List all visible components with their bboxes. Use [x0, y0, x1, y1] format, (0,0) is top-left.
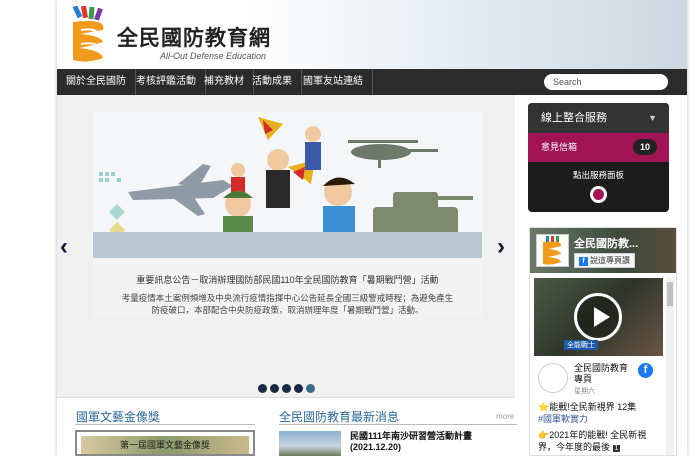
fb-scrollbar[interactable] — [666, 278, 674, 455]
art-award-banner-text: 第一屆國軍文藝金像獎 — [81, 436, 249, 454]
facebook-icon[interactable]: f — [638, 363, 653, 378]
divider — [279, 424, 517, 425]
mailbox-label: 意見信箱 — [541, 142, 578, 152]
carousel-dot-active[interactable] — [306, 384, 315, 393]
facebook-icon: f — [579, 257, 588, 266]
nav-item-about[interactable]: 關於全民國防 — [57, 69, 136, 95]
chevron-down-icon[interactable]: ▼ — [648, 103, 657, 133]
news-section-title: 全民國防教育最新消息 — [279, 410, 400, 424]
online-service-panel: 線上整合服務 ▼ 意見信箱 10 點出服務面板 — [528, 103, 669, 212]
art-award-banner[interactable]: 第一屆國軍文藝金像獎 — [75, 430, 255, 456]
news-thumbnail[interactable] — [279, 431, 341, 456]
divider — [75, 424, 255, 425]
fb-like-label: 說這專頁讚 — [590, 256, 630, 265]
slide-caption: 重要訊息公告－取消辦理國防部民國110年全民國防教育「暑期戰鬥營」活動 考量疫情… — [93, 258, 482, 318]
carousel-dot[interactable] — [258, 384, 267, 393]
fb-post-hashtag[interactable]: #國軍軟實力 — [538, 413, 663, 425]
page: 全民國防教育網 All-Out Defense Education 關於全民國防… — [57, 0, 687, 456]
facebook-widget: 全民國防教... f 說這專頁讚 全能戰士 全民國防教育專頁 星期六 f ⭐能戰!… — [529, 227, 677, 456]
mailbox-button[interactable]: 意見信箱 10 — [528, 133, 669, 162]
chevron-right-icon[interactable]: › — [497, 233, 505, 261]
fb-post-badge: 1 — [612, 445, 621, 452]
play-icon[interactable] — [574, 293, 622, 341]
more-link[interactable]: more — [496, 412, 514, 421]
site-logo-icon[interactable] — [69, 6, 109, 64]
nav-item-links[interactable]: 國軍友站連結 — [294, 69, 373, 95]
site-logo-icon — [542, 235, 561, 265]
fb-post-line-1: ⭐能戰!全民新視界 12集 — [538, 402, 637, 412]
fb-post-avatar[interactable] — [538, 363, 568, 393]
slide-caption-body: 考量疫情本土案例頻增及中央流行疫情指揮中心公告延長全國三級警戒時程；為避免產生防… — [121, 293, 454, 315]
news-item-title[interactable]: 民國111年南沙研習營活動計畫 — [350, 431, 472, 442]
carousel-dots — [258, 380, 318, 398]
fb-like-button[interactable]: f 說這專頁讚 — [574, 253, 635, 268]
carousel: 重要訊息公告－取消辦理國防部民國110年全民國防教育「暑期戰鬥營」活動 考量疫情… — [57, 95, 515, 398]
fb-page-name[interactable]: 全民國防教... — [574, 235, 638, 251]
fb-post-text: ⭐能戰!全民新視界 12集 #國軍軟實力 👉2021年的能戰! 全民新視界，今年… — [538, 401, 663, 455]
mailbox-count-badge: 10 — [633, 139, 657, 155]
carousel-dot[interactable] — [282, 384, 291, 393]
site-title[interactable]: 全民國防教育網 — [117, 22, 271, 52]
fb-post-line-2: 👉2021年的能戰! 全民新視界，今年度的最後 — [538, 430, 647, 452]
fb-video-caption: 全能戰士 — [564, 340, 598, 350]
service-toggle-label: 點出服務面板 — [572, 170, 624, 180]
search-input[interactable] — [544, 74, 668, 90]
chevron-left-icon[interactable]: ‹ — [60, 233, 68, 261]
carousel-dot[interactable] — [294, 384, 303, 393]
service-header[interactable]: 線上整合服務 ▼ — [528, 103, 669, 133]
site-subtitle: All-Out Defense Education — [160, 51, 267, 61]
site-header: 全民國防教育網 All-Out Defense Education — [57, 0, 687, 69]
fb-page-avatar[interactable] — [536, 234, 569, 267]
fb-video[interactable]: 全能戰士 — [534, 278, 663, 356]
service-toggle-button[interactable] — [590, 186, 607, 203]
art-award-title: 國軍文藝金像獎 — [76, 410, 161, 424]
service-title: 線上整合服務 — [541, 112, 607, 124]
news-item-date: (2021.12.20) — [350, 442, 402, 452]
slide-caption-title[interactable]: 重要訊息公告－取消辦理國防部民國110年全民國防教育「暑期戰鬥營」活動 — [93, 273, 482, 286]
fb-post-time[interactable]: 星期六 — [574, 386, 595, 396]
news-item[interactable]: 民國111年南沙研習營活動計畫 (2021.12.20) — [350, 431, 472, 453]
carousel-dot[interactable] — [270, 384, 279, 393]
main-nav: 關於全民國防 考核評鑑活動 補充教材 活動成果 國軍友站連結 — [57, 69, 687, 95]
fb-post-author[interactable]: 全民國防教育專頁 — [574, 363, 634, 385]
